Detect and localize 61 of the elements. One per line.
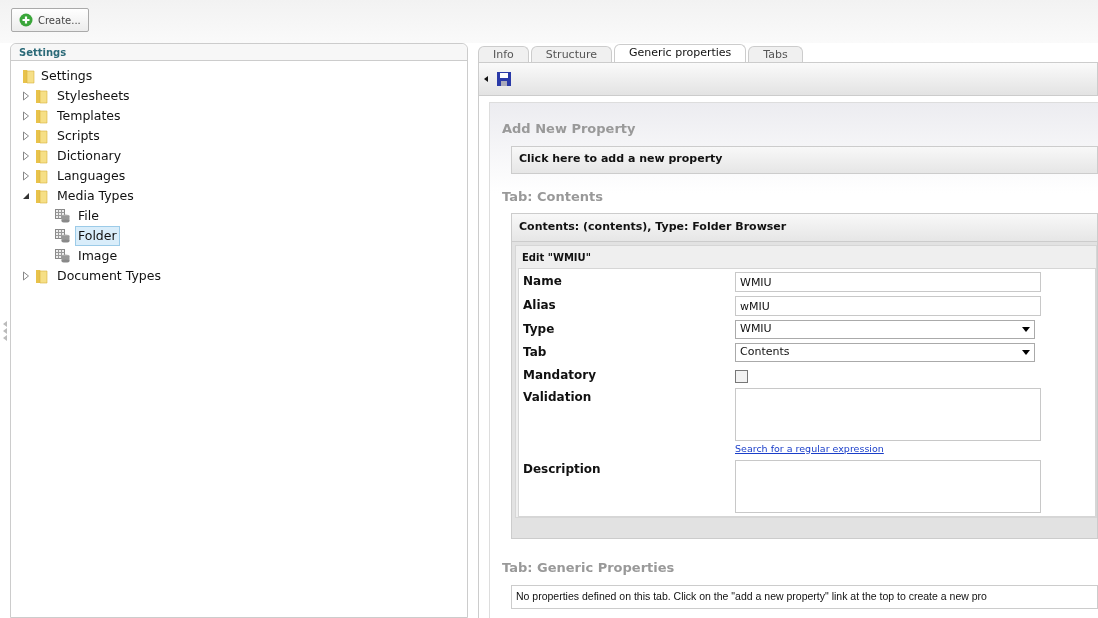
panel-title: Settings — [19, 45, 67, 60]
dropdown-caret-icon — [1022, 327, 1030, 332]
tree-item[interactable]: Templates — [54, 106, 124, 126]
field-label: Description — [523, 461, 602, 479]
tree-item[interactable]: Document Types — [54, 266, 164, 286]
plus-icon — [19, 13, 33, 27]
collapse-arrow-icon[interactable] — [484, 76, 488, 82]
expand-arrow-icon[interactable] — [22, 171, 30, 181]
folder-icon — [35, 88, 49, 104]
checkbox[interactable] — [735, 370, 748, 383]
tree-item[interactable]: Media Types — [54, 186, 137, 206]
database-grid-icon — [55, 229, 70, 243]
tree-item[interactable]: Stylesheets — [54, 86, 133, 106]
tab[interactable]: Tabs — [748, 46, 803, 62]
field-label: Alias — [523, 297, 557, 314]
tree-item[interactable]: File — [75, 206, 102, 226]
folder-icon — [35, 148, 49, 164]
tab[interactable]: Generic properties — [614, 44, 747, 62]
section-heading: Tab: Generic Properties — [502, 559, 676, 578]
create-button[interactable]: Create... — [11, 8, 89, 32]
tree-item[interactable]: Folder — [75, 226, 120, 246]
expand-arrow-icon[interactable] — [22, 151, 30, 161]
section-heading: Tab: Contents — [502, 187, 604, 206]
tree-item[interactable]: Languages — [54, 166, 129, 186]
folder-icon — [35, 128, 49, 144]
field-label: Name — [523, 273, 563, 290]
database-grid-icon — [55, 209, 70, 223]
expand-arrow-icon[interactable] — [22, 271, 30, 281]
expand-arrow-icon[interactable] — [22, 131, 30, 141]
text-field[interactable]: WMIU — [735, 272, 1041, 292]
tree-item[interactable]: Image — [75, 246, 121, 266]
dropdown[interactable]: WMIU — [735, 320, 1035, 339]
folder-icon — [35, 108, 49, 124]
tree-root[interactable]: Settings — [41, 66, 93, 86]
text-field[interactable]: wMIU — [735, 296, 1041, 316]
field-label: Tab — [523, 344, 548, 361]
regular-expression-link[interactable]: Search for a regular expression — [735, 442, 1041, 457]
tree-item[interactable]: Scripts — [54, 126, 103, 146]
property-header[interactable]: Contents: (contents), Type: Folder Browser — [512, 214, 1097, 242]
folder-icon — [22, 68, 36, 84]
add-property-bar[interactable]: Click here to add a new property — [511, 145, 1098, 174]
dropdown-caret-icon — [1022, 350, 1030, 355]
folder-icon — [35, 168, 49, 184]
expand-arrow-icon[interactable] — [22, 91, 30, 101]
dropdown[interactable]: Contents — [735, 343, 1035, 362]
database-grid-icon — [55, 249, 70, 263]
tab[interactable]: Info — [478, 46, 529, 62]
empty-message: No properties defined on this tab. Click on the "add a new property" link at the top to create a new pro — [511, 584, 1098, 609]
tree-item[interactable]: Dictionary — [54, 146, 125, 166]
edit-header: Edit "WMIU" — [522, 250, 591, 265]
field-label: Type — [523, 321, 556, 338]
resize-handle-icon[interactable] — [2, 319, 8, 342]
collapse-arrow-icon[interactable] — [22, 192, 30, 200]
folder-icon — [35, 268, 49, 284]
field-label: Validation — [523, 389, 593, 406]
save-icon[interactable] — [497, 72, 511, 86]
folder-icon — [35, 188, 49, 204]
section-heading: Add New Property — [502, 120, 637, 138]
tab[interactable]: Structure — [530, 46, 612, 62]
field-label: Mandatory — [523, 367, 597, 384]
expand-arrow-icon[interactable] — [22, 111, 30, 121]
